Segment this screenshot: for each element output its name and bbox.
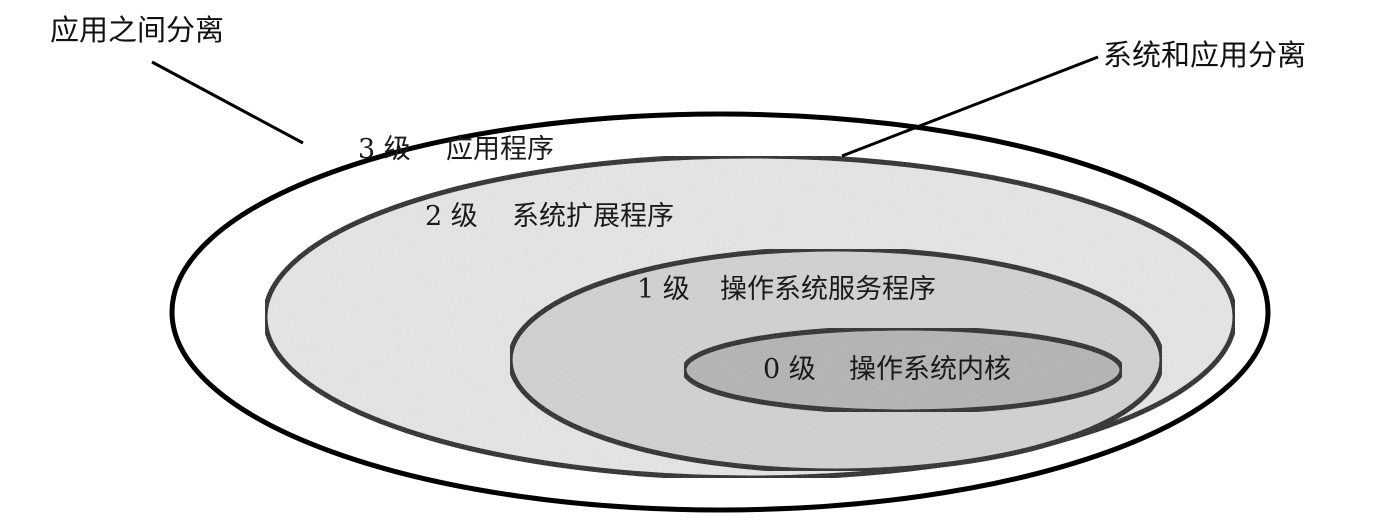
ring-3-name-label: 应用程序 <box>446 134 554 165</box>
ring-3-level-label: 3 级 <box>358 134 411 165</box>
leader-line-app-isolation <box>151 60 304 145</box>
ring-0-name-label: 操作系统内核 <box>849 354 1011 385</box>
callout-app-isolation: 应用之间分离 <box>50 13 224 47</box>
ring-1-level-label: 1 级 <box>637 274 690 305</box>
ring-2-level-label: 2 级 <box>425 201 478 232</box>
privilege-rings-diagram: 应用之间分离 系统和应用分离 3 级 应用程序 2 级 系统扩展程序 1 级 操… <box>50 13 1306 513</box>
callout-system-app-isolation: 系统和应用分离 <box>1103 38 1306 72</box>
ring-1-name-label: 操作系统服务程序 <box>720 274 936 305</box>
ring-2-name-label: 系统扩展程序 <box>512 201 674 232</box>
ring-0-level-label: 0 级 <box>763 354 816 385</box>
